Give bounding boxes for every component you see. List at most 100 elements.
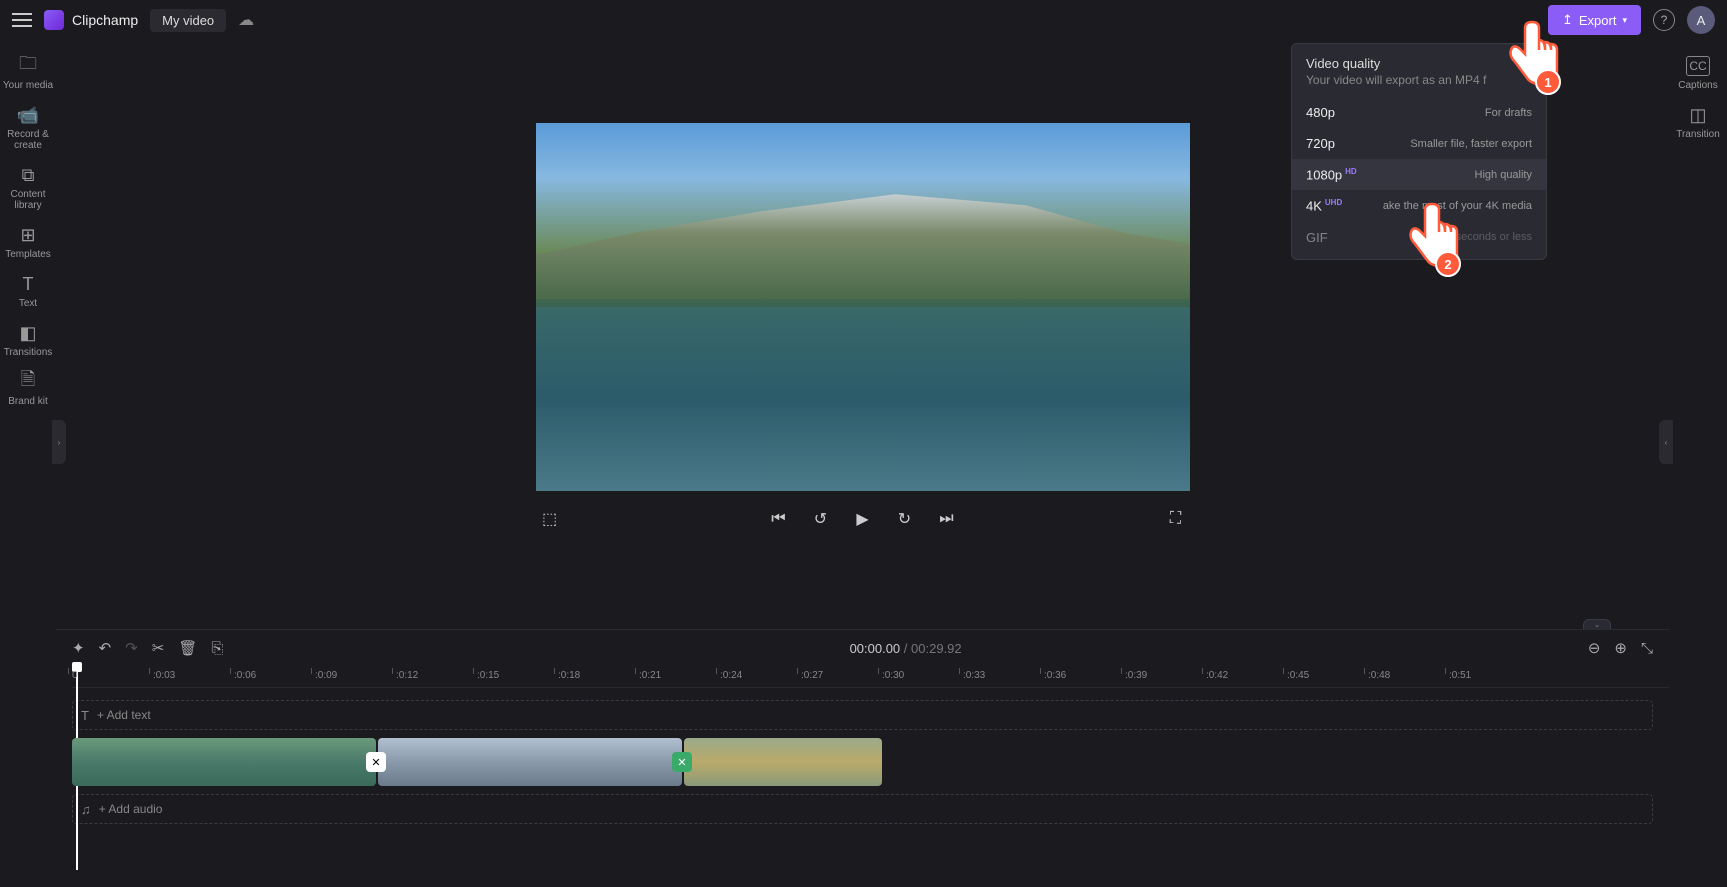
brand-icon: 🗎 (21, 372, 35, 392)
text-track-icon: T (81, 708, 89, 723)
ruler-tick: :0:33 (963, 670, 985, 681)
redo-button[interactable]: ↷ (125, 639, 138, 657)
ruler-tick: :0:12 (396, 670, 418, 681)
sidebar-content-library[interactable]: ⧉Content library (1, 157, 55, 215)
delete-button[interactable]: 🗑 (178, 639, 197, 657)
text-track[interactable]: T + Add text (72, 700, 1653, 730)
tutorial-hand-1: 1 (1497, 16, 1567, 101)
current-time: 00:00.00 (850, 641, 901, 656)
undo-button[interactable]: ↶ (99, 639, 112, 657)
sidebar-record-create[interactable]: 📹Record & create (1, 97, 55, 155)
audio-track[interactable]: ♫ + Add audio (72, 794, 1653, 824)
transition-right-icon: ◫ (1689, 105, 1706, 125)
ruler-tick: :0:27 (801, 670, 823, 681)
text-track-label: + Add text (97, 708, 151, 722)
ruler-tick: :0:18 (558, 670, 580, 681)
ruler-tick: :0:21 (639, 670, 661, 681)
help-button[interactable]: ? (1653, 9, 1675, 31)
export-desc: Smaller file, faster export (1410, 138, 1532, 150)
ruler-tick: :0:06 (234, 670, 256, 681)
tutorial-step-1: 1 (1535, 69, 1561, 95)
audio-track-label: + Add audio (99, 802, 163, 816)
ruler-tick: :0:30 (882, 670, 904, 681)
skip-forward-button[interactable]: ⏭ (933, 505, 961, 533)
duration: 00:29.92 (911, 641, 962, 656)
ruler-tick: 0 (72, 670, 78, 681)
export-label: Export (1579, 13, 1617, 28)
export-desc: For drafts (1485, 107, 1532, 119)
duplicate-button[interactable]: ⎘ (211, 640, 223, 657)
ruler-tick: :0:15 (477, 670, 499, 681)
sidebar-templates[interactable]: ⊞Templates (1, 217, 55, 264)
tutorial-hand-2: 2 (1397, 198, 1467, 283)
folder-icon: 🗀 (19, 56, 37, 76)
ruler-tick: :0:24 (720, 670, 742, 681)
export-badge: UHD (1325, 198, 1342, 207)
captions-icon: CC (1686, 56, 1709, 76)
fullscreen-button[interactable]: ⛶ (1162, 505, 1190, 533)
templates-icon: ⊞ (20, 225, 35, 245)
avatar[interactable]: A (1687, 6, 1715, 34)
ruler-tick: :0:39 (1125, 670, 1147, 681)
text-icon: T (23, 274, 34, 294)
playback-controls: ⬚ ⏮ ↺ ▶ ↻ ⏭ ⛶ (536, 491, 1190, 547)
ruler-tick: :0:48 (1368, 670, 1390, 681)
video-preview[interactable] (536, 123, 1190, 491)
export-option-1080p[interactable]: 1080pHDHigh quality (1292, 159, 1546, 190)
transition-badge-2[interactable]: ✕ (672, 752, 692, 772)
app-logo[interactable]: Clipchamp (44, 10, 138, 30)
app-name: Clipchamp (72, 12, 138, 28)
export-res: GIF (1306, 230, 1328, 245)
fit-button[interactable]: ⤡ (1641, 640, 1653, 657)
magic-icon[interactable]: ✦ (72, 639, 85, 657)
export-res: 480p (1306, 105, 1335, 120)
zoom-out-button[interactable]: ⊖ (1588, 639, 1601, 657)
video-track[interactable]: ✕ ✕ (72, 738, 1653, 786)
logo-icon (44, 10, 64, 30)
ruler-tick: :0:51 (1449, 670, 1471, 681)
sidebar-transition-right[interactable]: ◫Transition (1671, 97, 1725, 144)
chevron-down-icon: ▾ (1622, 15, 1627, 26)
audio-track-icon: ♫ (81, 802, 91, 817)
color-off-icon[interactable]: ⬚ (536, 505, 564, 533)
project-title[interactable]: My video (150, 9, 226, 32)
video-clip-1[interactable] (72, 738, 376, 786)
right-sidebar: CCCaptions ◫Transition ‹ (1669, 40, 1727, 887)
video-clip-3[interactable] (684, 738, 882, 786)
play-button[interactable]: ▶ (849, 505, 877, 533)
sidebar-transitions[interactable]: ◧Transitions (1, 315, 55, 362)
transition-badge-1[interactable]: ✕ (366, 752, 386, 772)
zoom-in-button[interactable]: ⊕ (1614, 639, 1627, 657)
export-option-480p[interactable]: 480p For drafts (1292, 97, 1546, 128)
transitions-icon: ◧ (19, 323, 36, 343)
preview-collapse-tab[interactable]: ⌄ (1583, 619, 1611, 629)
export-option-720p[interactable]: 720p Smaller file, faster export (1292, 128, 1546, 159)
ruler-tick: :0:36 (1044, 670, 1066, 681)
collapse-right-tab[interactable]: ‹ (1659, 420, 1673, 464)
sidebar-brand-kit[interactable]: 🗎Brand kit (1, 364, 55, 411)
timeline: ✦ ↶ ↷ ✂ 🗑 ⎘ 00:00.00 / 00:29.92 ⊖ ⊕ ⤡ 0:… (56, 629, 1669, 887)
left-sidebar: 🗀Your media 📹Record & create ⧉Content li… (0, 40, 56, 887)
ruler-tick: :0:03 (153, 670, 175, 681)
video-clip-2[interactable] (378, 738, 682, 786)
forward-button[interactable]: ↻ (891, 505, 919, 533)
cut-button[interactable]: ✂ (152, 639, 165, 657)
time-display: 00:00.00 / 00:29.92 (237, 641, 1573, 656)
tutorial-step-2: 2 (1435, 251, 1461, 277)
sidebar-your-media[interactable]: 🗀Your media (1, 48, 55, 95)
ruler-tick: :0:09 (315, 670, 337, 681)
ruler-tick: :0:45 (1287, 670, 1309, 681)
export-desc: High quality (1475, 169, 1532, 181)
camera-icon: 📹 (17, 105, 39, 125)
time-ruler[interactable]: 0 :0:03 :0:06 :0:09 :0:12 :0:15 :0:18 :0:21 :0:2… (72, 666, 1669, 688)
rewind-button[interactable]: ↺ (807, 505, 835, 533)
cloud-sync-icon[interactable]: ☁ (238, 10, 254, 30)
skip-back-button[interactable]: ⏮ (765, 505, 793, 533)
export-res: 720p (1306, 136, 1335, 151)
menu-button[interactable] (12, 13, 32, 27)
library-icon: ⧉ (22, 165, 35, 185)
ruler-tick: :0:42 (1206, 670, 1228, 681)
export-res: 4KUHD (1306, 198, 1342, 213)
sidebar-captions[interactable]: CCCaptions (1671, 48, 1725, 95)
sidebar-text[interactable]: TText (1, 266, 55, 313)
